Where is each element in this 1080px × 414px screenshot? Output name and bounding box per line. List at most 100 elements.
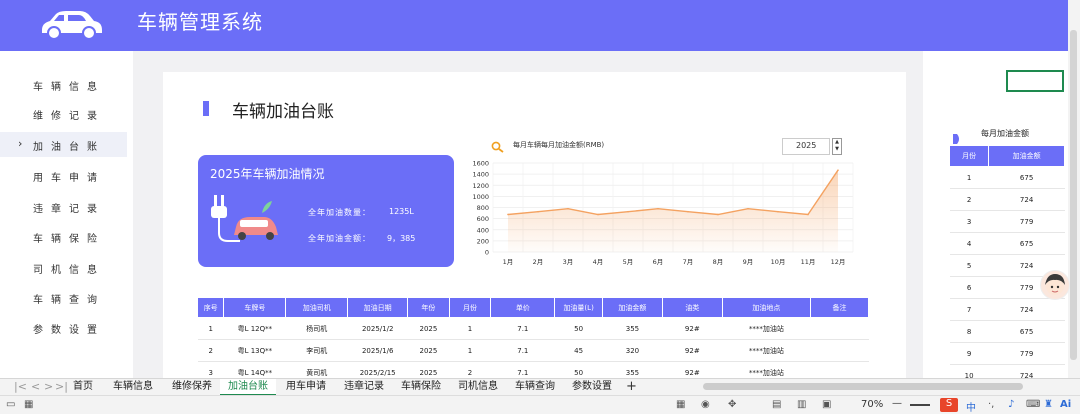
sidebar-item-vehicle-query[interactable]: 车辆查询 bbox=[0, 285, 127, 310]
eye-icon[interactable]: ◉ bbox=[701, 399, 710, 410]
sidebar-item-insurance[interactable]: 车辆保险 bbox=[0, 224, 127, 249]
sidebar-item-violations[interactable]: 违章记录 bbox=[0, 194, 127, 219]
table-cell[interactable] bbox=[810, 317, 869, 340]
table-cell[interactable]: 1 bbox=[449, 339, 491, 362]
monthly-cell[interactable]: 675 bbox=[988, 320, 1065, 343]
table-cell[interactable]: 2025 bbox=[407, 317, 450, 340]
table-cell[interactable]: 2025/1/6 bbox=[347, 339, 408, 362]
sidebar-item-label: 维修记录 bbox=[33, 111, 105, 122]
table-cell[interactable]: 李司机 bbox=[285, 339, 348, 362]
monthly-row[interactable]: 4 675 bbox=[949, 232, 1065, 255]
table-cell[interactable]: 7.1 bbox=[490, 317, 555, 340]
monthly-cell[interactable]: 675 bbox=[988, 166, 1065, 189]
monthly-cell[interactable]: 675 bbox=[988, 232, 1065, 255]
monthly-row[interactable]: 3 779 bbox=[949, 210, 1065, 233]
microphone-icon[interactable]: ♪ bbox=[1008, 399, 1014, 410]
monthly-row[interactable]: 9 779 bbox=[949, 342, 1065, 365]
sheet-tab[interactable]: 车辆保险 bbox=[394, 379, 448, 394]
ai-icon[interactable]: Ai bbox=[1060, 399, 1071, 410]
sheet-tab[interactable]: 首页 bbox=[62, 379, 104, 394]
table-cell[interactable] bbox=[810, 339, 869, 362]
keyboard-icon[interactable]: ⌨ bbox=[1026, 399, 1040, 410]
table-cell[interactable]: 粤L 13Q** bbox=[223, 339, 286, 362]
grid-view-icon[interactable]: ▦ bbox=[676, 399, 685, 410]
table-cell[interactable]: ****加油站 bbox=[722, 317, 811, 340]
monthly-cell[interactable]: 779 bbox=[988, 210, 1065, 233]
table-row[interactable]: 2 粤L 13Q** 李司机 2025/1/6 2025 1 7.1 45 320 92# ****… bbox=[197, 339, 869, 362]
horizontal-scroll-thumb[interactable] bbox=[703, 383, 1023, 390]
zoom-slider[interactable] bbox=[910, 404, 930, 406]
table-cell[interactable]: ****加油站 bbox=[722, 339, 811, 362]
table-cell[interactable]: 杨司机 bbox=[285, 317, 348, 340]
table-cell[interactable]: 92# bbox=[662, 339, 723, 362]
monthly-cell[interactable]: 779 bbox=[988, 342, 1065, 365]
table-cell[interactable]: 1 bbox=[449, 317, 491, 340]
next-sheet-button[interactable]: > bbox=[44, 380, 53, 393]
monthly-row[interactable]: 7 724 bbox=[949, 298, 1065, 321]
table-cell[interactable]: 粤L 12Q** bbox=[223, 317, 286, 340]
sidebar-item-settings[interactable]: 参数设置 bbox=[0, 315, 127, 340]
sidebar-item-label: 车辆查询 bbox=[33, 295, 105, 306]
table-cell[interactable]: 45 bbox=[554, 339, 603, 362]
page-break-icon[interactable]: ▣ bbox=[822, 399, 831, 410]
cell-selection-box[interactable] bbox=[1006, 70, 1064, 92]
table-cell[interactable]: 7.1 bbox=[490, 339, 555, 362]
sheet-tab[interactable]: 车辆信息 bbox=[104, 379, 162, 394]
monthly-cell[interactable]: 9 bbox=[949, 342, 989, 365]
sheet-tab[interactable]: 维修保养 bbox=[164, 379, 220, 394]
monthly-cell[interactable]: 2 bbox=[949, 188, 989, 211]
table-row[interactable]: 1 粤L 12Q** 杨司机 2025/1/2 2025 1 7.1 50 355 92# ****… bbox=[197, 317, 869, 340]
monthly-cell[interactable]: 4 bbox=[949, 232, 989, 255]
monthly-cell[interactable]: 3 bbox=[949, 210, 989, 233]
monthly-cell[interactable]: 724 bbox=[988, 188, 1065, 211]
table-cell[interactable]: 1 bbox=[197, 317, 224, 340]
table-cell[interactable]: 92# bbox=[662, 317, 723, 340]
add-sheet-button[interactable]: + bbox=[626, 379, 637, 394]
monthly-cell[interactable]: 724 bbox=[988, 298, 1065, 321]
monthly-row[interactable]: 8 675 bbox=[949, 320, 1065, 343]
avatar-icon[interactable] bbox=[1040, 270, 1070, 300]
punctuation-icon[interactable]: ·, bbox=[988, 399, 994, 410]
monthly-row[interactable]: 1 675 bbox=[949, 166, 1065, 189]
sheet-tab[interactable]: 司机信息 bbox=[450, 379, 506, 394]
table-cell[interactable]: 355 bbox=[602, 317, 663, 340]
sidebar-item-maintenance[interactable]: 维修记录 bbox=[0, 101, 127, 126]
sidebar-item-drivers[interactable]: 司机信息 bbox=[0, 255, 127, 280]
monthly-cell[interactable]: 7 bbox=[949, 298, 989, 321]
table-header-cell: 加油地点 bbox=[721, 297, 812, 318]
table-cell[interactable]: 2 bbox=[197, 339, 224, 362]
normal-view-icon[interactable]: ▤ bbox=[772, 399, 781, 410]
ime-s-icon[interactable]: S bbox=[940, 398, 958, 412]
annual-fuel-amount-value: 9，385 bbox=[387, 234, 416, 243]
zoom-out-button[interactable]: — bbox=[892, 398, 902, 409]
vertical-scroll-thumb[interactable] bbox=[1070, 30, 1077, 360]
year-spin-buttons[interactable]: ▲ ▼ bbox=[832, 138, 842, 155]
monthly-cell[interactable]: 5 bbox=[949, 254, 989, 277]
prev-sheet-button[interactable]: < bbox=[31, 380, 40, 393]
ime-chinese-icon[interactable]: 中 bbox=[966, 399, 976, 414]
monthly-cell[interactable]: 1 bbox=[949, 166, 989, 189]
sheet-tab[interactable]: 加油台账 bbox=[220, 379, 276, 396]
sidebar-item-fuel-ledger[interactable]: › 加油台账 bbox=[0, 132, 127, 157]
sheet-tab[interactable]: 违章记录 bbox=[336, 379, 392, 394]
table-cell[interactable]: 2025 bbox=[407, 339, 450, 362]
monthly-row[interactable]: 2 724 bbox=[949, 188, 1065, 211]
sheet-tab[interactable]: 车辆查询 bbox=[508, 379, 562, 394]
shirt-icon[interactable]: ♜ bbox=[1044, 399, 1053, 410]
table-cell[interactable]: 2025/1/2 bbox=[347, 317, 408, 340]
sidebar-item-car-request[interactable]: 用车申请 bbox=[0, 163, 127, 188]
sheet-tab[interactable]: 用车申请 bbox=[278, 379, 334, 394]
table-cell[interactable]: 320 bbox=[602, 339, 663, 362]
zoom-level[interactable]: 70% bbox=[861, 399, 883, 410]
monthly-cell[interactable]: 8 bbox=[949, 320, 989, 343]
first-sheet-button[interactable]: |< bbox=[14, 380, 27, 393]
move-icon[interactable]: ✥ bbox=[728, 399, 736, 410]
sheet-view-icon[interactable]: ▦ bbox=[24, 399, 33, 410]
page-icon[interactable]: ▭ bbox=[6, 399, 15, 410]
monthly-cell[interactable]: 6 bbox=[949, 276, 989, 299]
table-cell[interactable]: 50 bbox=[554, 317, 603, 340]
page-layout-icon[interactable]: ▥ bbox=[797, 399, 806, 410]
sidebar-item-vehicle-info[interactable]: 车辆信息 bbox=[0, 72, 127, 97]
chart-y-tick-label: 0 bbox=[485, 249, 489, 257]
sheet-tab[interactable]: 参数设置 bbox=[564, 379, 620, 394]
